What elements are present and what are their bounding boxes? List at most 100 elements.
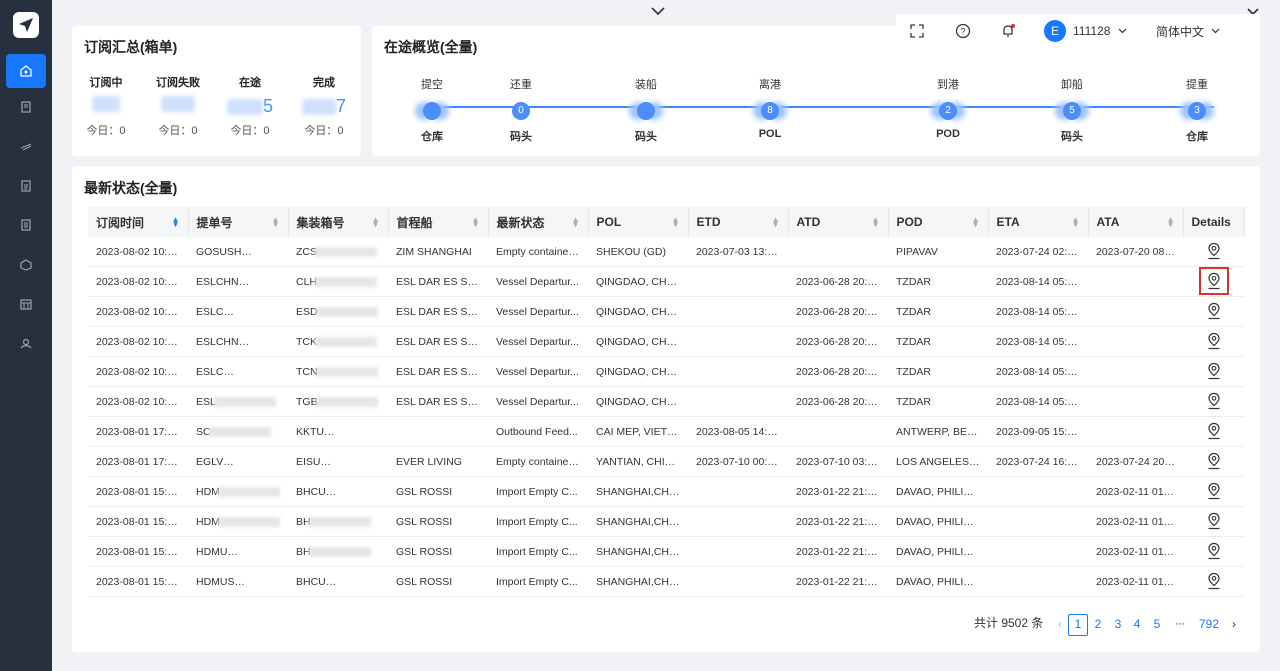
transit-stage[interactable]: 还重 0 码头 xyxy=(486,76,556,144)
table-row[interactable]: 2023-08-01 15:5... HDMU BH GSL ROSSI Import … xyxy=(88,536,1244,567)
sort-icon[interactable]: ▲ ▼ xyxy=(372,216,380,229)
sort-icon[interactable]: ▲ ▼ xyxy=(972,216,980,229)
page-1[interactable]: 1 xyxy=(1068,614,1088,636)
chevron-down-icon xyxy=(1118,28,1127,34)
prev-page-icon[interactable]: ‹ xyxy=(1050,614,1070,634)
next-page-icon[interactable]: › xyxy=(1224,614,1244,634)
help-icon[interactable]: ? xyxy=(955,21,971,41)
sort-icon[interactable]: ▲ ▼ xyxy=(772,216,780,229)
table-cell: 2023-08-01 17:4... xyxy=(88,416,188,447)
location-pin-icon[interactable] xyxy=(1202,330,1226,352)
collapse-chevron-icon[interactable] xyxy=(640,0,676,22)
location-pin-icon[interactable] xyxy=(1198,267,1229,295)
location-pin-icon[interactable] xyxy=(1202,570,1226,592)
table-cell: 2023-06-28 20:0... xyxy=(788,326,888,357)
table-row[interactable]: 2023-08-01 15:5... HDMUS BHCU GSL ROSSI Impo… xyxy=(88,566,1244,597)
user-menu[interactable]: E 111128 xyxy=(1044,20,1127,42)
location-pin-icon[interactable] xyxy=(1202,540,1226,562)
table-row[interactable]: 2023-08-01 17:3... EGLV EISU EVER LIVING Emp… xyxy=(88,446,1244,477)
sort-icon[interactable]: ▲ ▼ xyxy=(172,216,180,229)
transit-stage[interactable]: 卸船 5 码头 xyxy=(1037,76,1107,144)
table-row[interactable]: 2023-08-02 10:4... GOSUSH ZCS ZIM SHANGHAI E… xyxy=(88,237,1244,267)
table-row[interactable]: 2023-08-02 10:3... ESL TGB ESL DAR ES SAL..… xyxy=(88,386,1244,417)
page-2[interactable]: 2 xyxy=(1088,614,1108,634)
column-header[interactable]: 提单号 ▲ ▼ xyxy=(188,207,289,237)
column-header[interactable]: ATA ▲ ▼ xyxy=(1088,207,1184,237)
location-pin-icon[interactable] xyxy=(1202,360,1226,382)
sidebar-item-calendar[interactable] xyxy=(6,287,46,321)
table-row[interactable]: 2023-08-01 17:4... SC KKTU Outbound Feed...… xyxy=(88,416,1244,447)
location-pin-icon[interactable] xyxy=(1202,480,1226,502)
column-header[interactable]: 首程船 ▲ ▼ xyxy=(388,207,489,237)
column-header[interactable]: ETA ▲ ▼ xyxy=(988,207,1089,237)
table-cell: QINGDAO, CHINA xyxy=(588,296,688,327)
location-pin-icon[interactable] xyxy=(1202,420,1226,442)
cell-text: 2023-08-02 10:3... xyxy=(96,365,182,378)
page-5[interactable]: 5 xyxy=(1147,614,1167,634)
column-header-label: ETA xyxy=(996,215,1020,229)
cell-text: 2023-01-22 21:3... xyxy=(796,515,882,528)
paper-plane-icon[interactable] xyxy=(13,12,39,38)
sort-icon[interactable]: ▲ ▼ xyxy=(1072,216,1080,229)
bell-icon[interactable] xyxy=(1000,21,1016,41)
details-cell xyxy=(1183,446,1244,477)
sort-icon[interactable]: ▲ ▼ xyxy=(1167,216,1175,229)
location-pin-icon[interactable] xyxy=(1202,510,1226,532)
transit-stage[interactable]: 装船 码头 xyxy=(611,76,681,144)
sidebar-item-ship[interactable] xyxy=(6,129,46,163)
column-header[interactable]: POD ▲ ▼ xyxy=(888,207,989,237)
page-3[interactable]: 3 xyxy=(1108,614,1128,634)
cell-text: TZDAR xyxy=(896,335,931,348)
table-row[interactable]: 2023-08-02 10:3... ESLC TCN ESL DAR ES SAL.… xyxy=(88,356,1244,387)
column-header[interactable]: 集装箱号 ▲ ▼ xyxy=(288,207,389,237)
sidebar-item-list[interactable] xyxy=(6,208,46,242)
location-pin-icon[interactable] xyxy=(1202,240,1226,262)
column-header[interactable]: Details xyxy=(1183,207,1245,237)
summary-in-transit[interactable]: 在途 5 今日：0 xyxy=(220,74,280,138)
stage-location: 码头 xyxy=(1061,131,1083,143)
sidebar-item-container[interactable] xyxy=(6,248,46,282)
fullscreen-icon[interactable] xyxy=(910,21,924,41)
sidebar-item-document[interactable] xyxy=(6,169,46,203)
table-row[interactable]: 2023-08-01 15:5... HDM BHCU GSL ROSSI Import… xyxy=(88,476,1244,507)
sort-icon[interactable]: ▲ ▼ xyxy=(272,216,280,229)
page-last[interactable]: 792 xyxy=(1195,614,1223,634)
page-ellipsis[interactable]: ••• xyxy=(1170,614,1190,634)
sort-icon[interactable]: ▲ ▼ xyxy=(472,216,480,229)
transit-stage[interactable]: 提空 仓库 xyxy=(397,76,467,144)
column-header[interactable]: ATD ▲ ▼ xyxy=(788,207,889,237)
sidebar-item-settings[interactable] xyxy=(6,327,46,361)
language-selector[interactable]: 简体中文 xyxy=(1156,21,1220,41)
page-4[interactable]: 4 xyxy=(1127,614,1147,634)
sort-icon[interactable]: ▲ ▼ xyxy=(572,216,580,229)
summary-subscribing[interactable]: 订阅中 今日：0 xyxy=(76,74,136,138)
table-row[interactable]: 2023-08-01 15:5... HDM BH GSL ROSSI Import E… xyxy=(88,506,1244,537)
stage-location: POL xyxy=(758,128,782,140)
table-cell: SC xyxy=(188,416,288,447)
sidebar-item-dashboard[interactable] xyxy=(6,54,46,88)
table-cell: 2023-08-01 15:5... xyxy=(88,476,188,507)
column-header[interactable]: 最新状态 ▲ ▼ xyxy=(488,207,589,237)
transit-stage[interactable]: 离港 8 POL xyxy=(735,76,805,140)
transit-stage[interactable]: 到港 2 POD xyxy=(913,76,983,140)
column-header[interactable]: 订阅时间 ▲ ▼ xyxy=(88,207,189,237)
table-cell: 2023-08-01 15:5... xyxy=(88,566,188,597)
table-cell: 2023-07-10 00:0... xyxy=(688,446,788,477)
transit-stage[interactable]: 提重 3 仓库 xyxy=(1162,76,1232,144)
table-row[interactable]: 2023-08-02 10:3... ESLCHN CLH ESL DAR ES SA… xyxy=(88,266,1244,297)
table-row[interactable]: 2023-08-02 10:3... ESLC ESD ESL DAR ES SAL.… xyxy=(88,296,1244,327)
location-pin-icon[interactable] xyxy=(1202,450,1226,472)
stage-count: 3 xyxy=(1188,102,1206,120)
sort-icon[interactable]: ▲ ▼ xyxy=(672,216,680,229)
sort-icon[interactable]: ▲ ▼ xyxy=(872,216,880,229)
location-pin-icon[interactable] xyxy=(1202,390,1226,412)
location-pin-icon[interactable] xyxy=(1202,300,1226,322)
sidebar-item-orders[interactable] xyxy=(6,90,46,124)
table-cell xyxy=(688,536,788,567)
summary-completed[interactable]: 完成 7 今日：0 xyxy=(294,74,354,138)
column-header[interactable]: ETD ▲ ▼ xyxy=(688,207,789,237)
cell-text: 2023-08-02 10:3... xyxy=(96,395,182,408)
table-row[interactable]: 2023-08-02 10:3... ESLCHN TCK ESL DAR ES SA… xyxy=(88,326,1244,357)
summary-failed[interactable]: 订阅失败 今日：0 xyxy=(148,74,208,138)
column-header[interactable]: POL ▲ ▼ xyxy=(588,207,689,237)
